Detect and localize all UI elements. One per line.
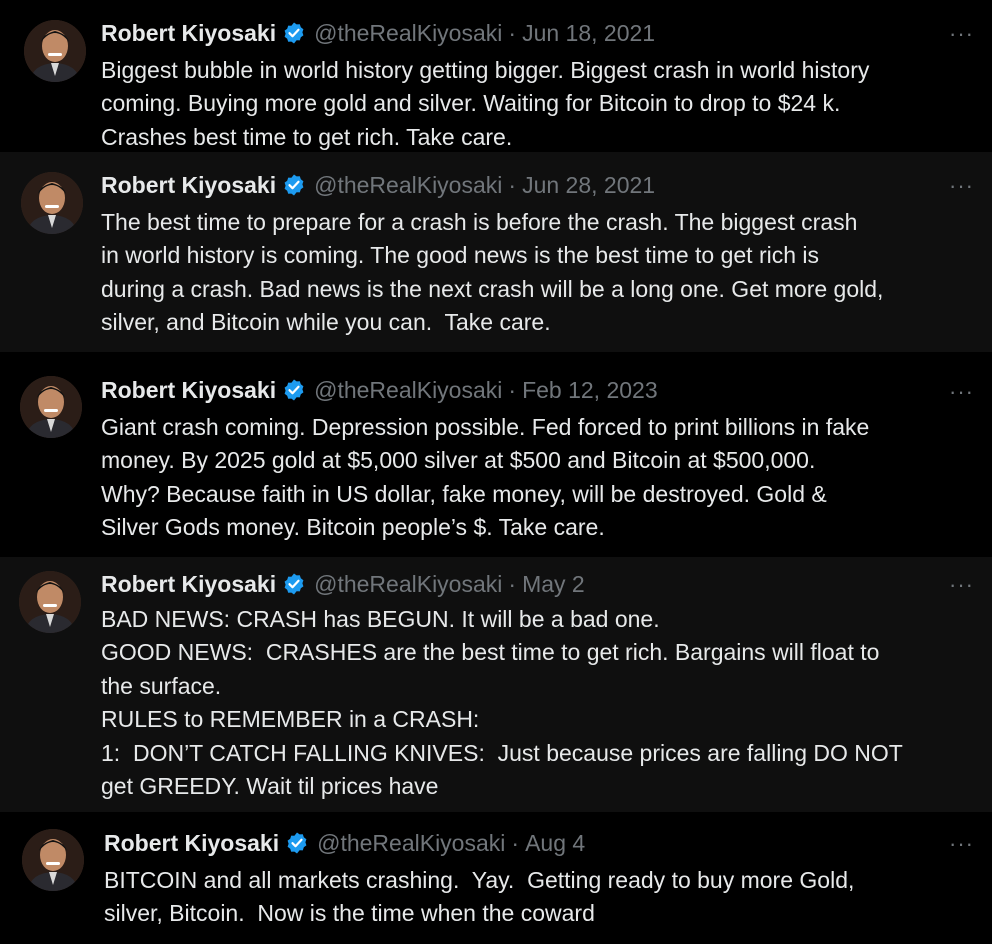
verified-badge-icon (285, 831, 309, 855)
tweet[interactable]: Robert Kiyosaki @theRealKiyosaki · Jun 2… (0, 152, 992, 352)
author-name[interactable]: Robert Kiyosaki (101, 569, 276, 599)
author-handle[interactable]: @theRealKiyosaki (314, 170, 502, 200)
separator-dot: · (508, 571, 517, 597)
tweet-timestamp[interactable]: Jun 28, 2021 (522, 170, 655, 200)
more-options-icon[interactable]: ··· (949, 23, 974, 45)
separator-dot: · (508, 377, 517, 403)
author-name[interactable]: Robert Kiyosaki (104, 828, 279, 858)
more-options-icon[interactable]: ··· (949, 574, 974, 596)
author-handle[interactable]: @theRealKiyosaki (317, 828, 505, 858)
tweet-timestamp[interactable]: Feb 12, 2023 (522, 375, 658, 405)
separator-dot: · (508, 172, 517, 198)
avatar[interactable] (19, 571, 81, 633)
tweet-text: Biggest bubble in world history getting … (101, 57, 870, 150)
tweet-header: Robert Kiyosaki @theRealKiyosaki · Jun 2… (101, 170, 655, 200)
avatar[interactable] (20, 376, 82, 438)
verified-badge-icon (282, 378, 306, 402)
separator-dot: · (508, 20, 517, 46)
tweet[interactable]: Robert Kiyosaki @theRealKiyosaki · May 2… (0, 557, 992, 812)
more-options-icon[interactable]: ··· (949, 175, 974, 197)
tweet-header: Robert Kiyosaki @theRealKiyosaki · May 2 (101, 569, 585, 599)
verified-badge-icon (282, 173, 306, 197)
tweet-timestamp[interactable]: May 2 (522, 569, 585, 599)
tweet[interactable]: Robert Kiyosaki @theRealKiyosaki · Jun 1… (0, 0, 992, 152)
author-handle[interactable]: @theRealKiyosaki (314, 18, 502, 48)
tweet-text: BAD NEWS: CRASH has BEGUN. It will be a … (101, 606, 903, 800)
tweet-text: The best time to prepare for a crash is … (101, 209, 884, 336)
tweet-header: Robert Kiyosaki @theRealKiyosaki · Jun 1… (101, 18, 655, 48)
tweet-header: Robert Kiyosaki @theRealKiyosaki · Aug 4 (104, 828, 585, 858)
tweet[interactable]: Robert Kiyosaki @theRealKiyosaki · Feb 1… (0, 352, 992, 557)
separator-dot: · (511, 830, 520, 856)
verified-badge-icon (282, 572, 306, 596)
avatar[interactable] (21, 172, 83, 234)
verified-badge-icon (282, 21, 306, 45)
more-options-icon[interactable]: ··· (949, 833, 974, 855)
author-name[interactable]: Robert Kiyosaki (101, 375, 276, 405)
avatar[interactable] (24, 20, 86, 82)
tweet-timestamp[interactable]: Aug 4 (525, 828, 585, 858)
tweet-header: Robert Kiyosaki @theRealKiyosaki · Feb 1… (101, 375, 658, 405)
author-name[interactable]: Robert Kiyosaki (101, 170, 276, 200)
author-handle[interactable]: @theRealKiyosaki (314, 375, 502, 405)
tweet[interactable]: Robert Kiyosaki @theRealKiyosaki · Aug 4… (0, 812, 992, 944)
author-handle[interactable]: @theRealKiyosaki (314, 569, 502, 599)
tweet-text: BITCOIN and all markets crashing. Yay. G… (104, 867, 855, 927)
tweet-timestamp[interactable]: Jun 18, 2021 (522, 18, 655, 48)
more-options-icon[interactable]: ··· (949, 381, 974, 403)
author-name[interactable]: Robert Kiyosaki (101, 18, 276, 48)
tweet-text: Giant crash coming. Depression possible.… (101, 414, 870, 541)
avatar[interactable] (22, 829, 84, 891)
